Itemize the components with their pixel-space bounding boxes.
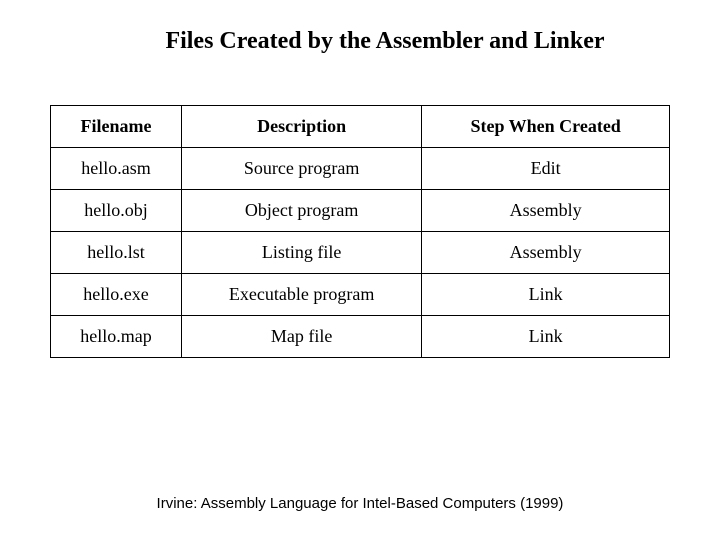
cell-description: Executable program [181, 274, 421, 316]
cell-filename: hello.exe [51, 274, 182, 316]
cell-filename: hello.asm [51, 148, 182, 190]
cell-description: Object program [181, 190, 421, 232]
header-description: Description [181, 106, 421, 148]
table-header-row: Filename Description Step When Created [51, 106, 670, 148]
cell-filename: hello.lst [51, 232, 182, 274]
cell-description: Source program [181, 148, 421, 190]
table-row: hello.map Map file Link [51, 316, 670, 358]
files-table-container: Filename Description Step When Created h… [50, 105, 670, 358]
header-filename: Filename [51, 106, 182, 148]
files-table: Filename Description Step When Created h… [50, 105, 670, 358]
cell-description: Map file [181, 316, 421, 358]
cell-description: Listing file [181, 232, 421, 274]
cell-step: Edit [422, 148, 670, 190]
table-row: hello.asm Source program Edit [51, 148, 670, 190]
header-step: Step When Created [422, 106, 670, 148]
table-row: hello.obj Object program Assembly [51, 190, 670, 232]
cell-step: Link [422, 316, 670, 358]
footer-citation: Irvine: Assembly Language for Intel-Base… [0, 495, 720, 512]
page-title: Files Created by the Assembler and Linke… [0, 0, 720, 55]
cell-step: Assembly [422, 190, 670, 232]
cell-filename: hello.obj [51, 190, 182, 232]
cell-step: Link [422, 274, 670, 316]
cell-filename: hello.map [51, 316, 182, 358]
table-row: hello.lst Listing file Assembly [51, 232, 670, 274]
cell-step: Assembly [422, 232, 670, 274]
table-row: hello.exe Executable program Link [51, 274, 670, 316]
